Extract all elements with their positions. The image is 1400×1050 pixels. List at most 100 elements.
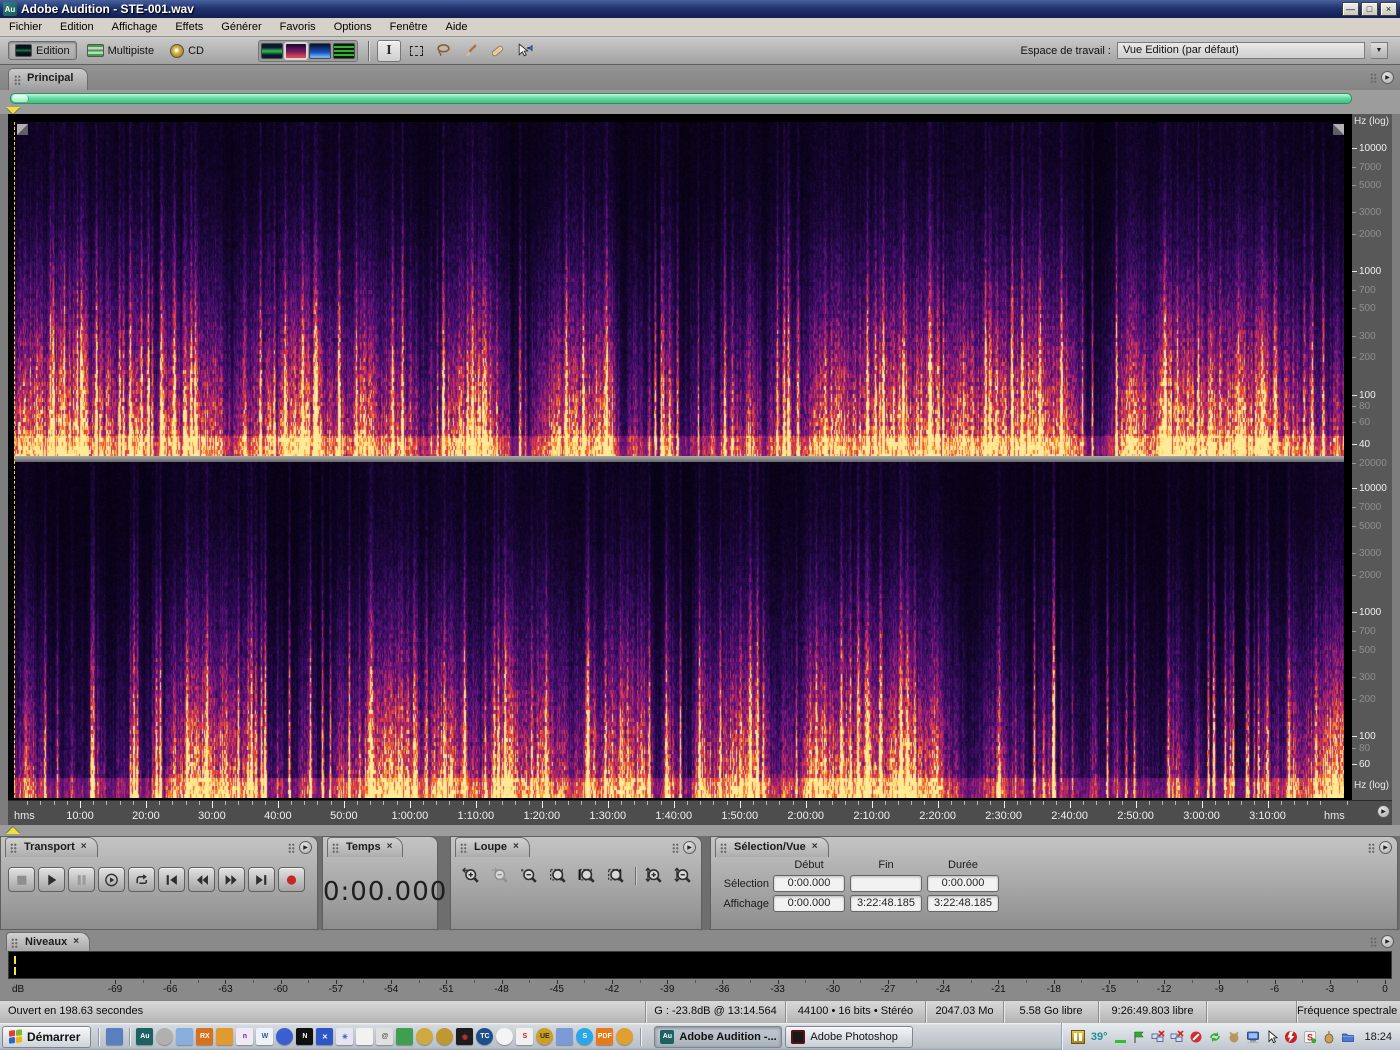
sbp-icon[interactable]: S [516,1028,533,1045]
spectrogram-left-channel[interactable] [14,122,1344,456]
power-alert-icon[interactable] [1283,1029,1299,1045]
temperature-indicator[interactable]: 39° [1091,1031,1108,1043]
field-affichage-fin[interactable]: 3:22:48.185 [850,895,922,912]
calculator-icon[interactable] [176,1028,193,1045]
panel-menu-button[interactable]: ▶ [299,841,312,854]
green-app-icon[interactable] [396,1028,413,1045]
workspace-select[interactable]: Vue Edition (par défaut) [1117,42,1365,59]
go-to-end-button[interactable] [248,867,275,892]
close-tab-icon[interactable]: × [812,841,818,857]
menu-edition[interactable]: Edition [51,18,103,36]
zoom-out-horizontal-button[interactable] [488,865,513,886]
skype-icon[interactable]: S [576,1028,593,1045]
grip-icon[interactable] [1370,73,1377,83]
menu-options[interactable]: Options [325,18,381,36]
record-button[interactable] [278,867,305,892]
selection-view-tab[interactable]: Sélection/Vue × [715,837,829,857]
ue-gold-icon[interactable]: UE [536,1028,553,1045]
time-ruler[interactable]: hms hms 10:0020:0030:0040:0050:001:00:00… [0,800,1400,825]
grip-icon[interactable] [1368,843,1375,853]
workspace-dropdown-arrow-icon[interactable]: ▼ [1371,42,1388,59]
rx-icon[interactable]: RX [196,1028,213,1045]
scrollbar-left-cap[interactable] [12,95,29,102]
tc-icon[interactable]: TC [476,1028,493,1045]
panel-menu-button[interactable]: ▶ [1381,71,1394,84]
close-tab-icon[interactable]: × [387,841,393,857]
s-badge-icon[interactable]: S [1302,1029,1318,1045]
menu-fenetre[interactable]: Fenêtre [381,18,437,36]
zoom-to-selection-left-button[interactable] [575,865,600,886]
folder-tray-icon[interactable] [1340,1029,1356,1045]
waveform-view-button[interactable] [261,43,283,59]
media-pause-icon[interactable] [1070,1029,1086,1045]
grip-icon[interactable] [1370,937,1377,947]
go-to-start-button[interactable] [158,867,185,892]
menu-aide[interactable]: Aide [437,18,477,36]
flag-icon[interactable] [1131,1029,1147,1045]
level-meter[interactable] [8,951,1392,979]
lasso-selection-tool[interactable] [431,40,455,62]
levels-tab[interactable]: Niveaux × [6,932,90,951]
taskbar-window-adobe-photoshop[interactable]: Adobe Photoshop [785,1026,913,1048]
menu-fichier[interactable]: Fichier [0,18,51,36]
title-bar[interactable]: Au Adobe Audition - STE-001.wav — □ × [0,0,1400,18]
transport-tab[interactable]: Transport × [5,837,98,857]
close-button[interactable]: × [1380,2,1397,16]
playhead-marker-bottom[interactable] [6,827,20,834]
display-settings-icon[interactable] [1245,1029,1261,1045]
field-selection-duree[interactable]: 0:00.000 [927,875,999,892]
blue-hardware-icon[interactable] [556,1028,573,1045]
playback-cursor-line[interactable] [14,122,15,798]
channel-divider[interactable] [14,456,1344,462]
zoom-out-vertical-button[interactable] [671,865,696,886]
internet-planet-icon[interactable] [276,1028,293,1045]
field-affichage-debut[interactable]: 0:00.000 [773,895,845,912]
spectrogram-right-channel[interactable] [14,462,1344,798]
panel-menu-button[interactable]: ▶ [1379,841,1392,854]
pause-button[interactable] [68,867,95,892]
network-disconnected-icon[interactable] [1150,1029,1166,1045]
time-selection-tool[interactable]: I [377,40,401,62]
menu-favoris[interactable]: Favoris [271,18,325,36]
blocked-icon[interactable] [1188,1029,1204,1045]
starburst-icon[interactable]: ✳ [336,1028,353,1045]
start-button[interactable]: Démarrer [2,1026,91,1048]
spectral-frequency-view-button[interactable] [285,43,307,59]
mail-icon[interactable]: @ [376,1028,393,1045]
menu-affichage[interactable]: Affichage [103,18,167,36]
maximize-button[interactable]: □ [1361,2,1378,16]
fast-forward-button[interactable] [218,867,245,892]
horizontal-range-scrollbar[interactable] [10,93,1352,104]
mode-edition-button[interactable]: Edition [8,41,77,60]
clock[interactable]: 18:24 [1364,1031,1392,1043]
play-from-cursor-button[interactable] [98,867,125,892]
marquee-selection-tool[interactable] [404,40,428,62]
loupe-tab[interactable]: Loupe × [455,837,530,857]
close-tab-icon[interactable]: × [513,841,519,857]
zoom-out-full-button[interactable] [517,865,542,886]
globe-gold-icon[interactable] [416,1028,433,1045]
grip-icon[interactable] [288,843,295,853]
field-selection-fin[interactable] [850,875,922,892]
minimize-button[interactable]: — [1342,2,1359,16]
media-player-gray-icon[interactable] [156,1028,173,1045]
rewind-button[interactable] [188,867,215,892]
update-icon[interactable] [1207,1029,1223,1045]
playhead-marker-top[interactable] [6,107,20,114]
temps-tab[interactable]: Temps × [327,837,403,857]
spectral-pan-view-button[interactable] [309,43,331,59]
onenote-icon[interactable]: n [236,1028,253,1045]
pointer-icon[interactable] [1264,1029,1280,1045]
frequency-ruler[interactable]: Hz (log) Hz (log) 1000070005000300020001… [1352,114,1392,800]
time-ruler-scale[interactable]: hms hms 10:0020:0030:0040:0050:001:00:00… [8,800,1392,825]
orange-folder-icon[interactable] [216,1028,233,1045]
stop-button[interactable] [8,867,35,892]
zoom-to-selection-button[interactable] [546,865,571,886]
keyboard-icon[interactable] [106,1028,123,1045]
word-icon[interactable]: W [256,1028,273,1045]
globe-gold2-icon[interactable] [436,1028,453,1045]
scrub-tool[interactable] [512,40,536,62]
panel-menu-button[interactable]: ▶ [1377,805,1390,818]
close-tab-icon[interactable]: × [73,936,79,951]
pet-app-icon[interactable] [1226,1029,1242,1045]
